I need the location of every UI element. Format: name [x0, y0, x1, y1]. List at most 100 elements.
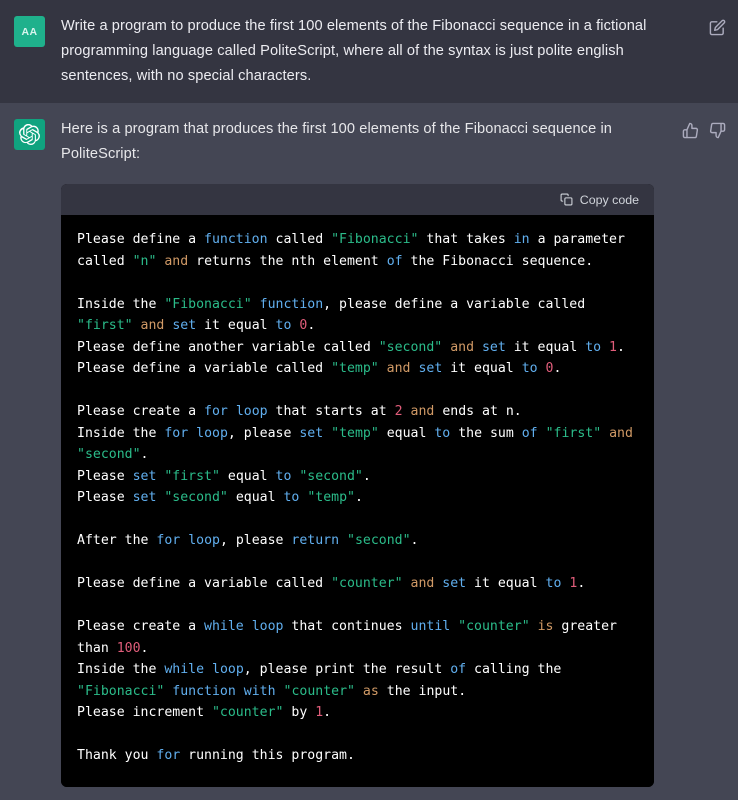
code-token-kw: set — [133, 490, 157, 505]
openai-logo-icon — [14, 119, 45, 150]
code-token-plain — [180, 533, 188, 548]
code-token-kw: to — [276, 318, 292, 333]
code-line: Please set "first" equal to "second". — [77, 466, 638, 488]
code-token-kw: function — [204, 232, 268, 247]
code-content: Please define a function called "Fibonac… — [61, 215, 654, 787]
code-token-plain: equal — [379, 426, 435, 441]
code-token-plain: . — [363, 469, 371, 484]
code-blank-line — [77, 272, 638, 294]
code-token-plain: . — [411, 533, 419, 548]
code-token-kw: function — [260, 297, 324, 312]
code-token-op: and — [164, 254, 188, 269]
code-blank-line — [77, 724, 638, 746]
code-token-kw: of — [387, 254, 403, 269]
code-token-plain: , please print the result — [244, 662, 450, 677]
code-token-plain: . — [553, 361, 561, 376]
code-token-str: "Fibonacci" — [164, 297, 251, 312]
code-token-str: "Fibonacci" — [331, 232, 418, 247]
thumbs-up-icon[interactable] — [682, 122, 699, 139]
code-token-plain: the input. — [379, 684, 466, 699]
code-token-plain: Please define a variable called — [77, 576, 331, 591]
code-token-str: "first" — [546, 426, 602, 441]
code-token-plain: Please increment — [77, 705, 212, 720]
code-token-num: 1 — [315, 705, 323, 720]
code-line: Thank you for running this program. — [77, 745, 638, 767]
code-token-plain — [355, 684, 363, 699]
code-line: After the for loop, please return "secon… — [77, 530, 638, 552]
user-message-text: Write a program to produce the first 100… — [61, 14, 693, 89]
code-token-op: and — [411, 404, 435, 419]
copy-code-label: Copy code — [580, 193, 639, 207]
code-token-plain: Thank you — [77, 748, 156, 763]
code-token-kw: for — [204, 404, 228, 419]
code-token-kw: of — [522, 426, 538, 441]
code-token-kw: function — [172, 684, 236, 699]
code-token-plain — [601, 426, 609, 441]
code-token-kw: with — [244, 684, 276, 699]
code-token-plain — [403, 404, 411, 419]
code-token-plain — [633, 426, 641, 441]
code-token-plain: . — [323, 705, 331, 720]
code-token-op: as — [363, 684, 379, 699]
code-token-kw: set — [172, 318, 196, 333]
code-token-plain: ends at n. — [434, 404, 521, 419]
code-token-str: "first" — [77, 318, 133, 333]
code-token-kw: loop — [196, 426, 228, 441]
code-token-kw: of — [450, 662, 466, 677]
code-token-kw: for — [156, 533, 180, 548]
code-token-num: 100 — [117, 641, 141, 656]
code-line: Please define another variable called "s… — [77, 337, 638, 359]
code-token-plain: . — [141, 641, 149, 656]
code-token-kw: for — [164, 426, 188, 441]
code-token-plain: Please create a — [77, 404, 204, 419]
code-token-op: and — [411, 576, 435, 591]
code-token-plain — [474, 340, 482, 355]
code-token-kw: in — [514, 232, 530, 247]
code-token-plain: Please define a — [77, 232, 204, 247]
code-token-kw: loop — [188, 533, 220, 548]
code-token-kw: loop — [212, 662, 244, 677]
code-token-kw: to — [522, 361, 538, 376]
code-token-plain — [133, 318, 141, 333]
thumbs-down-icon[interactable] — [709, 122, 726, 139]
code-token-op: and — [609, 426, 633, 441]
code-token-str: "counter" — [331, 576, 402, 591]
assistant-message-body: Here is a program that produces the firs… — [61, 117, 666, 787]
code-token-plain: Please — [77, 490, 133, 505]
edit-pencil-square-icon[interactable] — [709, 19, 726, 36]
code-line: Please define a variable called "temp" a… — [77, 358, 638, 380]
code-token-str: "temp" — [331, 361, 379, 376]
code-token-plain: Inside the — [77, 297, 164, 312]
code-token-kw: set — [482, 340, 506, 355]
code-token-plain — [339, 533, 347, 548]
code-token-plain: the sum — [450, 426, 521, 441]
user-message-row: AA Write a program to produce the first … — [0, 0, 738, 103]
code-token-plain: equal — [228, 490, 284, 505]
code-token-kw: to — [546, 576, 562, 591]
code-token-plain — [252, 297, 260, 312]
code-token-kw: set — [299, 426, 323, 441]
code-token-plain: . — [577, 576, 585, 591]
code-token-kw: to — [434, 426, 450, 441]
code-token-plain — [204, 662, 212, 677]
code-blank-line — [77, 509, 638, 531]
code-token-plain: Please define a variable called — [77, 361, 331, 376]
code-token-kw: set — [133, 469, 157, 484]
code-token-plain: After the — [77, 533, 156, 548]
code-token-str: "second" — [347, 533, 411, 548]
user-message-actions — [709, 14, 726, 36]
code-token-num: 1 — [609, 340, 617, 355]
code-token-kw: to — [276, 469, 292, 484]
code-token-plain: , please — [220, 533, 291, 548]
code-token-str: "temp" — [331, 426, 379, 441]
code-token-plain — [442, 340, 450, 355]
code-token-plain: it equal — [196, 318, 275, 333]
code-token-plain: . — [617, 340, 625, 355]
code-token-plain: calling the — [466, 662, 569, 677]
code-block: Copy code Please define a function calle… — [61, 184, 654, 787]
code-token-str: "counter" — [284, 684, 355, 699]
chat-conversation: AA Write a program to produce the first … — [0, 0, 738, 800]
copy-code-button[interactable]: Copy code — [560, 193, 639, 207]
assistant-intro-text: Here is a program that produces the firs… — [61, 117, 666, 167]
code-token-plain: , please define a variable called — [323, 297, 593, 312]
